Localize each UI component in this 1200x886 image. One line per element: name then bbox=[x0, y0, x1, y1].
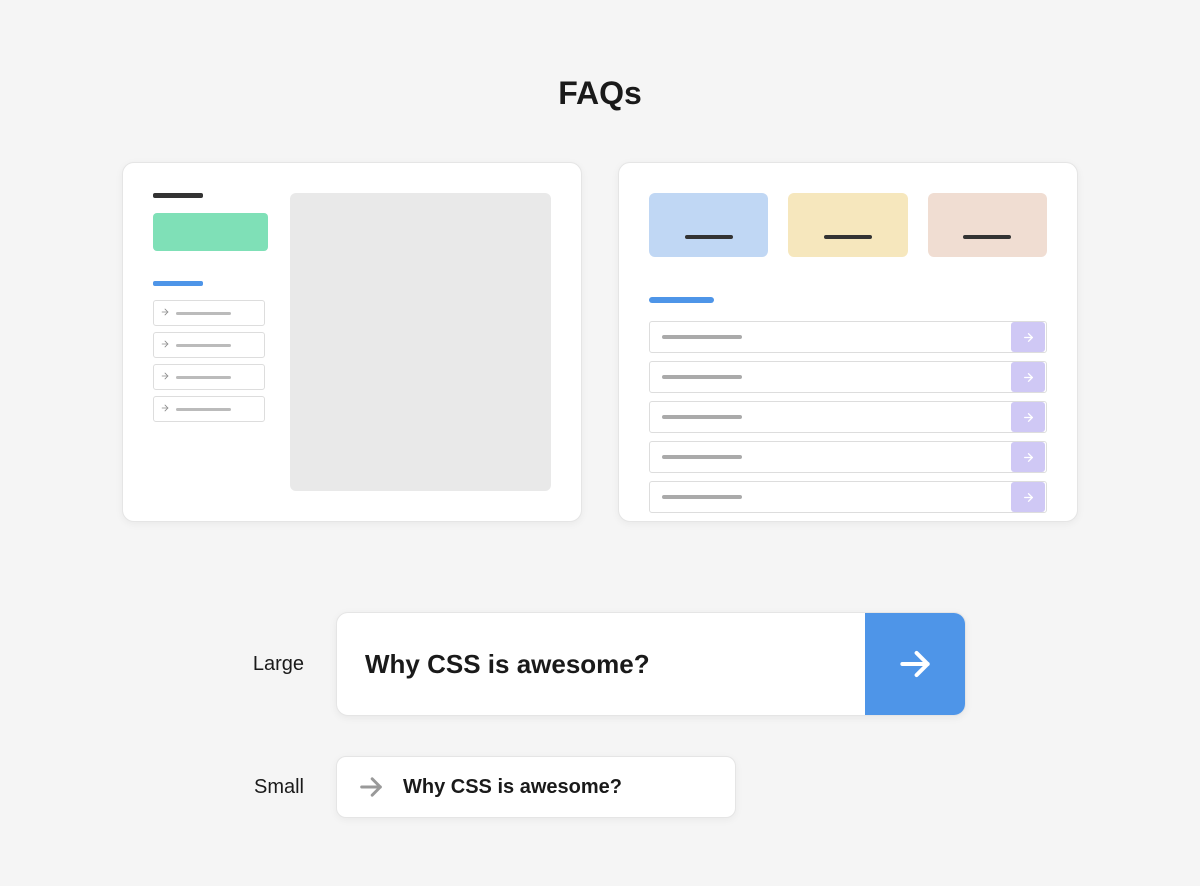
faq-item-large[interactable]: Why CSS is awesome? bbox=[336, 612, 966, 716]
faq-question-text: Why CSS is awesome? bbox=[365, 649, 650, 680]
mockup-tabs bbox=[649, 193, 1047, 257]
mockup-faq-item-small[interactable] bbox=[153, 396, 265, 422]
faq-question-text: Why CSS is awesome? bbox=[403, 776, 622, 799]
example-size-label: Large bbox=[234, 653, 304, 676]
text-placeholder bbox=[662, 335, 742, 339]
example-row-small: Small Why CSS is awesome? bbox=[234, 756, 736, 818]
text-placeholder bbox=[662, 495, 742, 499]
mockup-tab[interactable] bbox=[928, 193, 1047, 257]
mockup-item-action-button[interactable] bbox=[1011, 402, 1045, 432]
mockup-item-action-button[interactable] bbox=[1011, 362, 1045, 392]
text-placeholder bbox=[176, 408, 231, 411]
faq-component-examples: Large Why CSS is awesome? Small Why CSS … bbox=[0, 612, 1200, 818]
text-placeholder bbox=[662, 455, 742, 459]
mockup-faq-item-small[interactable] bbox=[153, 300, 265, 326]
arrow-right-icon bbox=[357, 773, 385, 801]
mockup-faq-item-wide[interactable] bbox=[649, 321, 1047, 353]
arrow-right-icon bbox=[160, 368, 170, 386]
mockup-content-area bbox=[290, 193, 551, 491]
mockup-cards-row bbox=[0, 162, 1200, 522]
mockup-section-label bbox=[153, 281, 203, 286]
mockup-faq-item-wide[interactable] bbox=[649, 441, 1047, 473]
text-placeholder bbox=[662, 415, 742, 419]
text-placeholder bbox=[176, 312, 231, 315]
mockup-sidebar bbox=[153, 193, 268, 491]
faq-item-small[interactable]: Why CSS is awesome? bbox=[336, 756, 736, 818]
arrow-right-icon bbox=[160, 400, 170, 418]
text-placeholder bbox=[963, 235, 1011, 239]
text-placeholder bbox=[176, 344, 231, 347]
mockup-section-label bbox=[649, 297, 714, 303]
text-placeholder bbox=[662, 375, 742, 379]
mockup-tab[interactable] bbox=[788, 193, 907, 257]
arrow-right-icon bbox=[160, 304, 170, 322]
faq-mockup-card-tabbed-layout bbox=[618, 162, 1078, 522]
mockup-active-tag bbox=[153, 213, 268, 251]
mockup-faq-item-wide[interactable] bbox=[649, 401, 1047, 433]
mockup-faq-item-small[interactable] bbox=[153, 332, 265, 358]
mockup-faq-item-wide[interactable] bbox=[649, 361, 1047, 393]
faq-expand-button[interactable] bbox=[865, 613, 965, 715]
mockup-tab[interactable] bbox=[649, 193, 768, 257]
text-placeholder bbox=[685, 235, 733, 239]
mockup-item-action-button[interactable] bbox=[1011, 442, 1045, 472]
page-title: FAQs bbox=[0, 75, 1200, 112]
mockup-item-action-button[interactable] bbox=[1011, 482, 1045, 512]
mockup-heading-placeholder bbox=[153, 193, 203, 198]
mockup-item-action-button[interactable] bbox=[1011, 322, 1045, 352]
mockup-faq-item-wide[interactable] bbox=[649, 481, 1047, 513]
text-placeholder bbox=[176, 376, 231, 379]
example-row-large: Large Why CSS is awesome? bbox=[234, 612, 966, 716]
text-placeholder bbox=[824, 235, 872, 239]
faq-mockup-card-sidebar-layout bbox=[122, 162, 582, 522]
arrow-right-icon bbox=[896, 645, 934, 683]
mockup-faq-item-small[interactable] bbox=[153, 364, 265, 390]
arrow-right-icon bbox=[160, 336, 170, 354]
example-size-label: Small bbox=[234, 776, 304, 799]
